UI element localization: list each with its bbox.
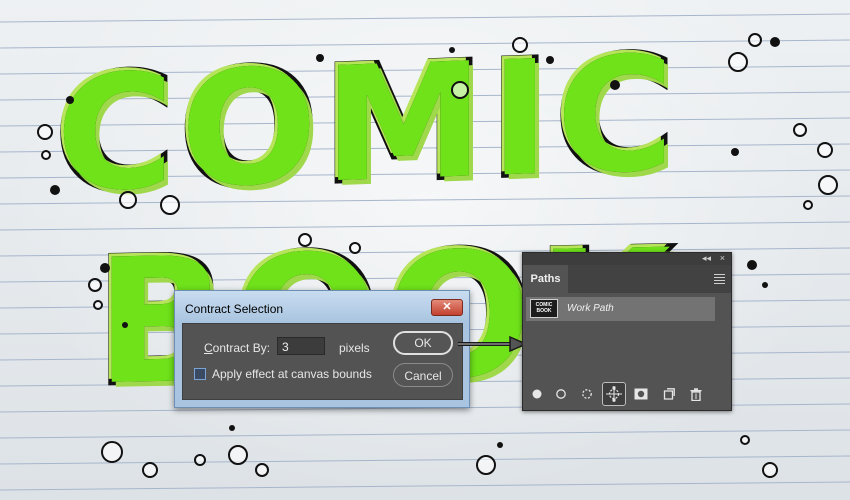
path-name: Work Path [567,303,614,314]
paths-panel: ◂◂ × Paths COMIC BOOK Work Path [522,252,732,411]
collapse-panel-icon[interactable]: ◂◂ [702,253,711,264]
units-label: pixels [339,341,370,355]
close-panel-icon[interactable]: × [720,253,725,264]
dialog-title: Contract Selection [185,302,284,316]
stroke-path-icon[interactable] [551,384,571,404]
dialog-body: Contract By: 3 pixels Apply effect at ca… [182,323,463,400]
panel-menu-icon[interactable] [714,274,725,286]
path-thumbnail: COMIC BOOK [530,299,558,318]
paths-panel-toolbar [523,378,731,410]
contract-by-label-text: ontract By: [212,341,271,355]
contract-by-mnemonic: C [204,341,213,355]
panel-topbar[interactable]: ◂◂ × [523,253,731,265]
contract-selection-dialog: Contract Selection ✕ Contract By: 3 pixe… [174,290,470,408]
contract-by-input[interactable]: 3 [277,337,325,355]
dialog-close-button[interactable]: ✕ [431,299,463,316]
callout-arrow [458,335,528,353]
path-item-work-path[interactable]: COMIC BOOK Work Path [526,297,715,321]
contract-by-label: Contract By: [204,341,270,355]
add-mask-icon[interactable] [631,384,651,404]
tab-paths[interactable]: Paths [523,265,568,293]
load-as-selection-icon[interactable] [577,384,597,404]
cancel-button[interactable]: Cancel [393,363,453,387]
delete-path-icon[interactable] [686,384,706,404]
ink-splatter-decoration [37,33,838,478]
ok-button[interactable]: OK [393,331,453,355]
panel-tab-row: Paths [523,265,731,293]
apply-canvas-bounds-checkbox[interactable] [194,368,206,380]
make-work-path-icon[interactable] [602,382,626,406]
apply-canvas-bounds-label[interactable]: Apply effect at canvas bounds [212,367,372,381]
new-path-icon[interactable] [659,384,679,404]
fill-path-icon[interactable] [527,384,547,404]
dialog-titlebar[interactable]: Contract Selection ✕ [175,291,469,323]
